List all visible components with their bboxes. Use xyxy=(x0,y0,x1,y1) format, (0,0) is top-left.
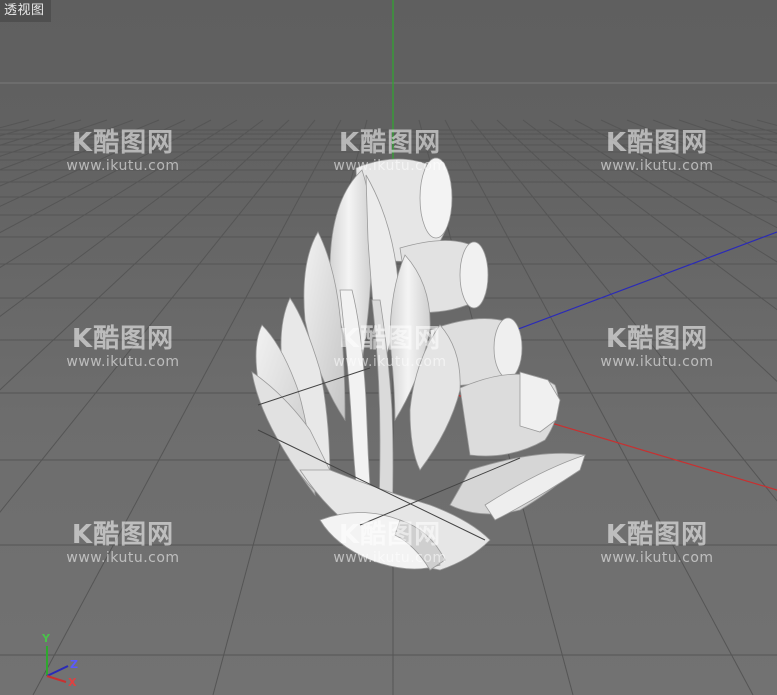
gizmo-z-label: Z xyxy=(70,658,78,671)
grid-line xyxy=(0,119,56,137)
grid-line xyxy=(0,119,82,146)
axis-gizmo: Y Z X xyxy=(36,630,86,690)
grid-line xyxy=(0,119,134,171)
3d-perspective-viewport[interactable]: 透视图 K酷图网 www.ikutu.com K酷图网 www.ikutu.co… xyxy=(0,0,777,695)
grid-line xyxy=(0,119,238,269)
grid-line xyxy=(548,119,777,263)
gizmo-y-label: Y xyxy=(42,632,50,645)
grid-line xyxy=(0,119,186,207)
grid-line xyxy=(704,119,777,143)
grid-line xyxy=(0,119,30,129)
gizmo-x-label: X xyxy=(68,676,77,689)
grid-line xyxy=(0,119,212,234)
viewport-scene[interactable] xyxy=(0,0,777,695)
grid-line xyxy=(652,119,777,167)
grid-line xyxy=(756,119,777,126)
grid-line xyxy=(730,119,777,134)
grid-line xyxy=(0,119,264,318)
grid-line xyxy=(600,119,777,203)
grid-line xyxy=(522,119,777,311)
grid-line xyxy=(678,119,777,154)
viewport-label[interactable]: 透视图 xyxy=(0,0,51,22)
grid-line xyxy=(574,119,777,229)
grid-line xyxy=(0,119,108,157)
